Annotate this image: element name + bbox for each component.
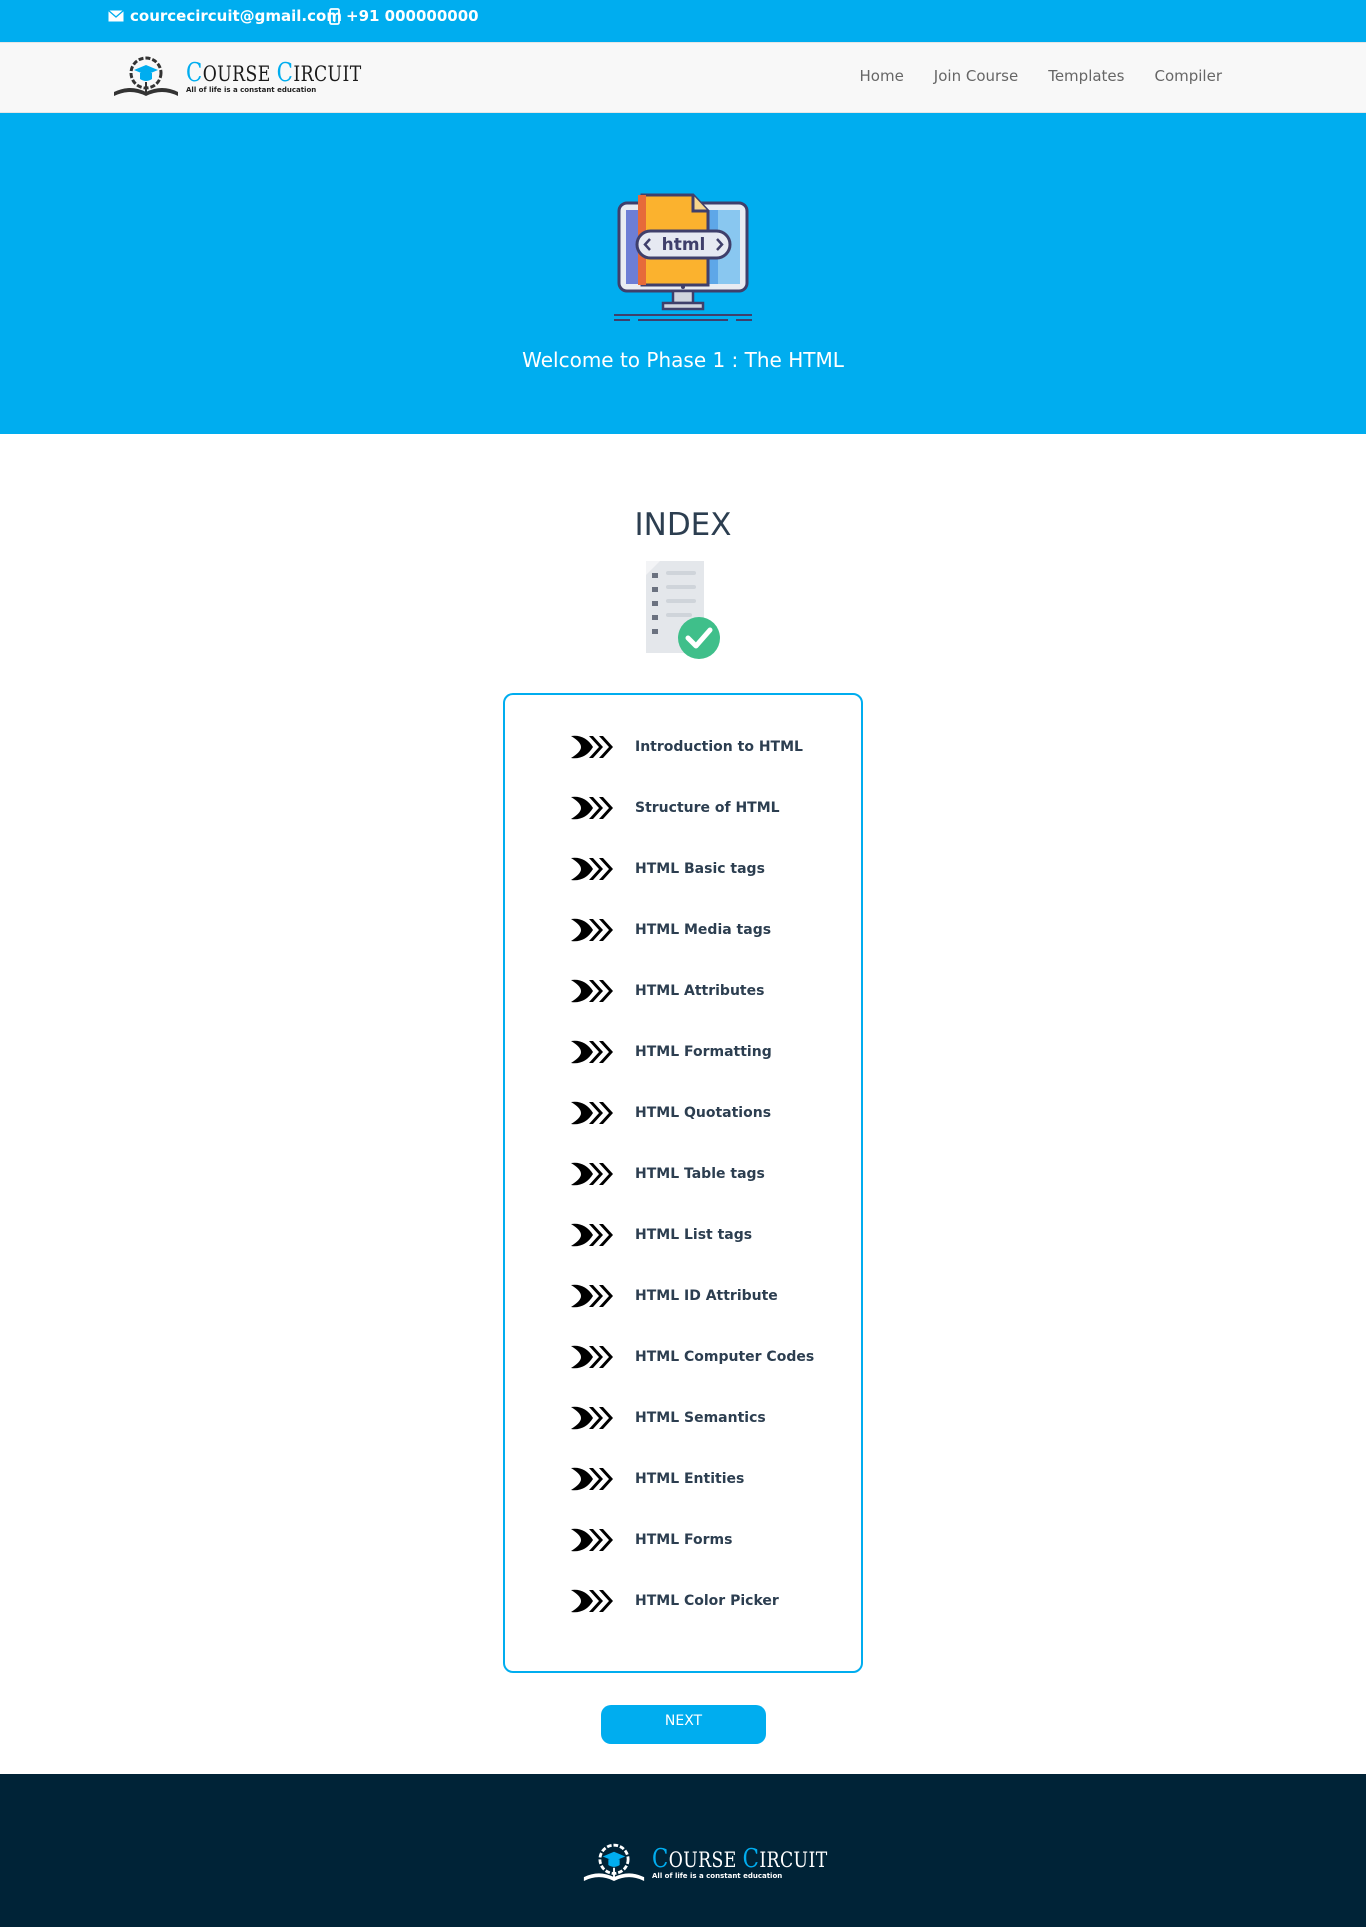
index-item-media-tags[interactable]: HTML Media tags bbox=[571, 915, 771, 945]
mail-icon bbox=[108, 10, 124, 22]
index-item-computer-codes[interactable]: HTML Computer Codes bbox=[571, 1342, 814, 1372]
navbar: COURSE CIRCUIT All of life is a constant… bbox=[0, 42, 1366, 113]
contact-phone[interactable]: +91 000000000 bbox=[329, 7, 479, 25]
logo-icon bbox=[114, 56, 178, 96]
double-arrow-icon bbox=[571, 1101, 613, 1125]
main-nav: Home Join Course Templates Compiler bbox=[830, 67, 1223, 85]
double-arrow-icon bbox=[571, 1040, 613, 1064]
footer-brand-name: COURSE CIRCUIT bbox=[652, 1844, 828, 1874]
footer-logo[interactable]: COURSE CIRCUIT All of life is a constant… bbox=[582, 1842, 866, 1886]
monitor-html-icon: html bbox=[614, 193, 752, 321]
nav-templates[interactable]: Templates bbox=[1048, 67, 1124, 85]
hero-title: Welcome to Phase 1 : The HTML bbox=[522, 348, 844, 372]
double-arrow-icon bbox=[571, 1467, 613, 1491]
phone-text: +91 000000000 bbox=[346, 7, 479, 25]
double-arrow-icon bbox=[571, 857, 613, 881]
index-title: INDEX bbox=[634, 507, 732, 543]
double-arrow-icon bbox=[571, 1528, 613, 1552]
index-item-semantics[interactable]: HTML Semantics bbox=[571, 1403, 766, 1433]
index-item-forms[interactable]: HTML Forms bbox=[571, 1525, 732, 1555]
double-arrow-icon bbox=[571, 1162, 613, 1186]
double-arrow-icon bbox=[571, 796, 613, 820]
index-item-structure[interactable]: Structure of HTML bbox=[571, 793, 780, 823]
nav-home[interactable]: Home bbox=[860, 67, 904, 85]
brand-logo[interactable]: COURSE CIRCUIT All of life is a constant… bbox=[112, 56, 400, 100]
index-item-basic-tags[interactable]: HTML Basic tags bbox=[571, 854, 765, 884]
contact-email[interactable]: courcecircuit@gmail.com bbox=[108, 7, 342, 25]
index-item-table-tags[interactable]: HTML Table tags bbox=[571, 1159, 765, 1189]
next-button[interactable]: NEXT bbox=[601, 1705, 766, 1744]
index-item-formatting[interactable]: HTML Formatting bbox=[571, 1037, 772, 1067]
logo-icon bbox=[583, 1843, 645, 1881]
document-check-icon bbox=[646, 561, 720, 659]
double-arrow-icon bbox=[571, 1284, 613, 1308]
nav-join-course[interactable]: Join Course bbox=[934, 67, 1018, 85]
double-arrow-icon bbox=[571, 1406, 613, 1430]
index-item-introduction[interactable]: Introduction to HTML bbox=[571, 732, 803, 762]
index-item-id-attribute[interactable]: HTML ID Attribute bbox=[571, 1281, 778, 1311]
phone-icon bbox=[329, 7, 340, 25]
index-item-color-picker[interactable]: HTML Color Picker bbox=[571, 1586, 779, 1616]
double-arrow-icon bbox=[571, 1589, 613, 1613]
double-arrow-icon bbox=[571, 1223, 613, 1247]
index-list: Introduction to HTML Structure of HTML H… bbox=[503, 693, 863, 1673]
html-badge-text: html bbox=[662, 235, 706, 255]
top-contact-bar: courcecircuit@gmail.com +91 000000000 bbox=[0, 0, 1366, 42]
footer: COURSE CIRCUIT All of life is a constant… bbox=[0, 1774, 1366, 1927]
index-item-quotations[interactable]: HTML Quotations bbox=[571, 1098, 771, 1128]
email-text: courcecircuit@gmail.com bbox=[130, 7, 342, 25]
double-arrow-icon bbox=[571, 1345, 613, 1369]
index-item-attributes[interactable]: HTML Attributes bbox=[571, 976, 764, 1006]
brand-name: COURSE CIRCUIT bbox=[186, 58, 362, 88]
double-arrow-icon bbox=[571, 979, 613, 1003]
index-item-entities[interactable]: HTML Entities bbox=[571, 1464, 744, 1494]
hero-banner: html Welcome to Phase 1 : The HTML bbox=[0, 113, 1366, 434]
double-arrow-icon bbox=[571, 735, 613, 759]
index-item-list-tags[interactable]: HTML List tags bbox=[571, 1220, 752, 1250]
double-arrow-icon bbox=[571, 918, 613, 942]
nav-compiler[interactable]: Compiler bbox=[1154, 67, 1222, 85]
